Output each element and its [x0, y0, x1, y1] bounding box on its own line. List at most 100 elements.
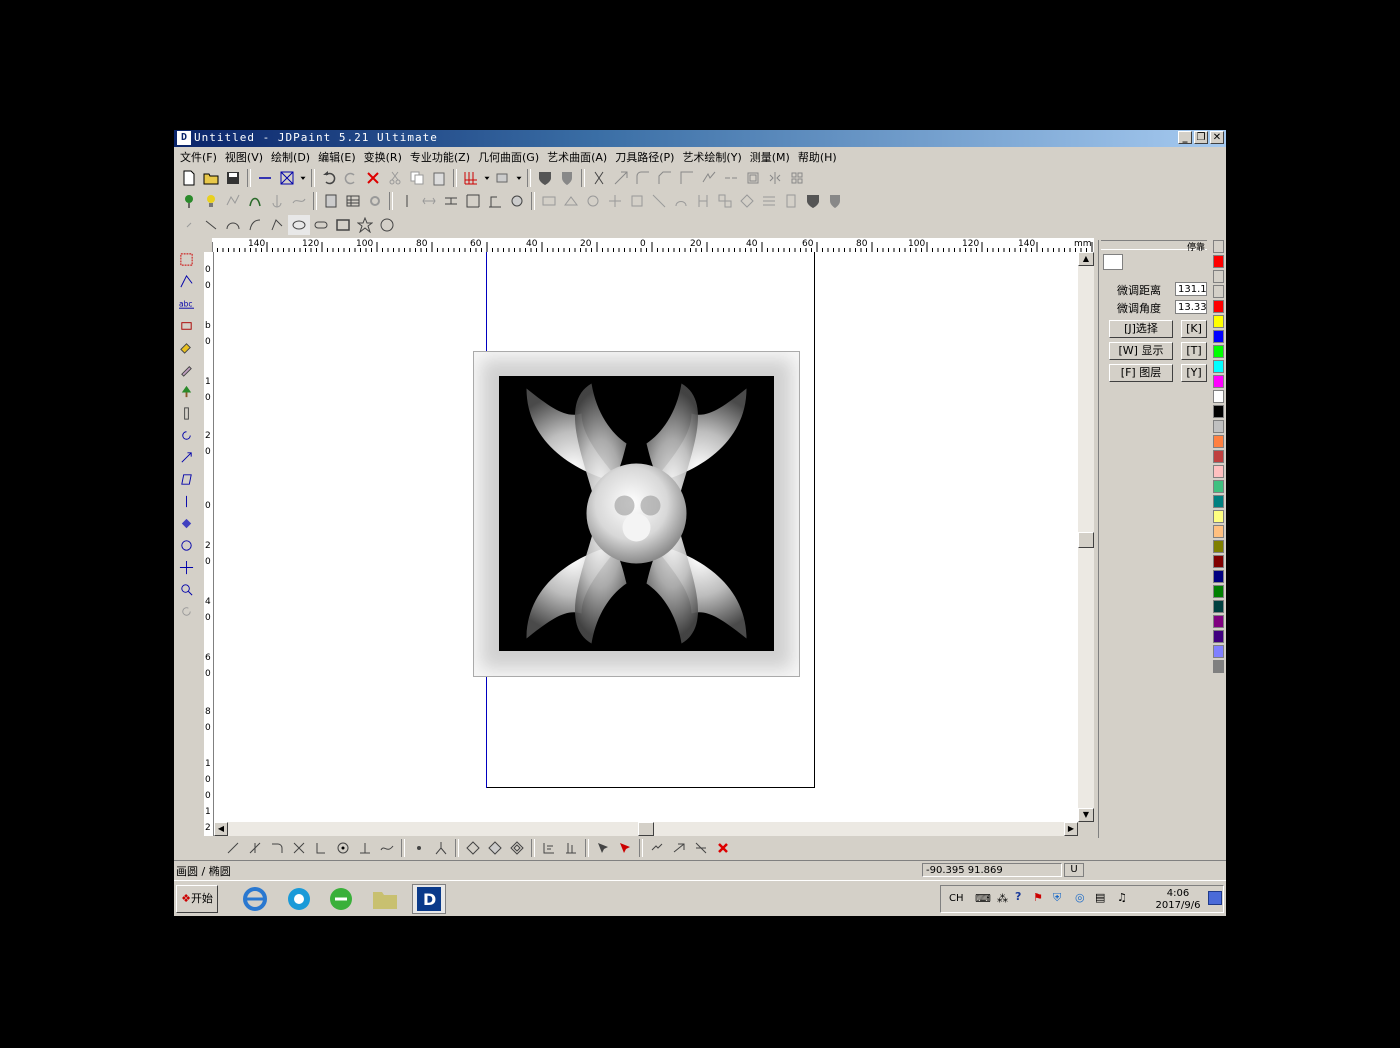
edit-tool-9-button[interactable]: [408, 838, 430, 858]
network-icon[interactable]: ◎: [1075, 891, 1085, 904]
nudge-angle-input[interactable]: 13.33: [1175, 300, 1207, 314]
layer-button[interactable]: [492, 168, 514, 188]
bottle-tool-button[interactable]: [175, 402, 197, 424]
curve-tool-button[interactable]: [244, 215, 266, 235]
menu-edit[interactable]: 编辑(E): [318, 149, 364, 165]
relief-d-button[interactable]: [604, 191, 626, 211]
menu-toolpath[interactable]: 刀具路径(P): [615, 149, 682, 165]
node-edit-button[interactable]: [175, 270, 197, 292]
paste-button[interactable]: [428, 168, 450, 188]
scroll-down-button[interactable]: ▼: [1078, 808, 1094, 822]
start-button[interactable]: ❖开始: [176, 885, 218, 913]
ellipse-tool-button[interactable]: [288, 215, 310, 235]
panel-tab[interactable]: [1103, 254, 1123, 270]
shield-light-button[interactable]: [824, 191, 846, 211]
edit-tool-13-button[interactable]: [506, 838, 528, 858]
color-swatch[interactable]: [1213, 600, 1224, 613]
text-tool-button[interactable]: abc: [175, 292, 197, 314]
frame-button[interactable]: [462, 191, 484, 211]
keyboard-icon[interactable]: ⌨: [975, 892, 991, 905]
emboss-button[interactable]: [506, 191, 528, 211]
edit-tool-10-button[interactable]: [430, 838, 452, 858]
edit-tool-16-button[interactable]: [592, 838, 614, 858]
layer-button[interactable]: [F] 图层: [1109, 364, 1173, 382]
menu-file[interactable]: 文件(F): [180, 149, 225, 165]
input-language-indicator[interactable]: CH: [949, 893, 964, 904]
break-button[interactable]: [698, 168, 720, 188]
menu-measure[interactable]: 测量(M): [750, 149, 798, 165]
color-swatch[interactable]: [1213, 645, 1224, 658]
star-tool-button[interactable]: [354, 215, 376, 235]
relief-k-button[interactable]: [758, 191, 780, 211]
color-swatch[interactable]: [1213, 555, 1224, 568]
y-button[interactable]: [Y]: [1181, 364, 1207, 382]
corner-button[interactable]: [676, 168, 698, 188]
clock[interactable]: 4:06 2017/9/6: [1147, 888, 1209, 912]
zoom-tool-button[interactable]: [175, 578, 197, 600]
undo-button[interactable]: [318, 168, 340, 188]
color-swatch[interactable]: [1213, 435, 1224, 448]
vertical-scrollbar[interactable]: ▲ ▼: [1078, 252, 1094, 822]
polyline-tool-button[interactable]: [266, 215, 288, 235]
relief-h-button[interactable]: [692, 191, 714, 211]
nudge-distance-input[interactable]: 131.1: [1175, 282, 1207, 296]
color-swatch[interactable]: [1213, 300, 1224, 313]
menu-view[interactable]: 视图(V): [225, 149, 271, 165]
edit-tool-6-button[interactable]: [332, 838, 354, 858]
taskbar-ie-button[interactable]: [238, 884, 272, 914]
edit-tool-2-button[interactable]: [244, 838, 266, 858]
edit-tool-5-button[interactable]: [310, 838, 332, 858]
monitor-icon[interactable]: ▤: [1095, 891, 1105, 904]
show-desktop-button[interactable]: [1208, 891, 1222, 905]
pencil-tool-button[interactable]: [175, 336, 197, 358]
color-swatch[interactable]: [1213, 240, 1224, 253]
mirror-tool-button[interactable]: [175, 490, 197, 512]
edit-tool-18-button[interactable]: [646, 838, 668, 858]
color-swatch[interactable]: [1213, 345, 1224, 358]
edit-tool-1-button[interactable]: [222, 838, 244, 858]
edit-tool-3-button[interactable]: [266, 838, 288, 858]
color-swatch[interactable]: [1213, 315, 1224, 328]
edit-tool-19-button[interactable]: [668, 838, 690, 858]
display-button[interactable]: [W] 显示: [1109, 342, 1173, 360]
color-swatch[interactable]: [1213, 375, 1224, 388]
restore-button[interactable]: ❐: [1194, 131, 1208, 144]
menu-geometric-surface[interactable]: 几何曲面(G): [478, 149, 547, 165]
mirror-button[interactable]: [764, 168, 786, 188]
eraser-tool-button[interactable]: [175, 314, 197, 336]
relief-j-button[interactable]: [736, 191, 758, 211]
rounded-rect-tool-button[interactable]: [310, 215, 332, 235]
k-button[interactable]: [K]: [1181, 320, 1207, 338]
edit-tool-11-button[interactable]: [462, 838, 484, 858]
dropdown-arrow-button[interactable]: [298, 168, 308, 188]
line-tool-button[interactable]: [200, 215, 222, 235]
drawing-canvas[interactable]: [214, 252, 1078, 822]
new-file-button[interactable]: [178, 168, 200, 188]
grid-dropdown-button[interactable]: [482, 168, 492, 188]
edit-tool-20-button[interactable]: [690, 838, 712, 858]
horizontal-scroll-thumb[interactable]: [638, 822, 654, 836]
table-tool-button[interactable]: [342, 191, 364, 211]
volume-icon[interactable]: ♫: [1117, 891, 1127, 904]
color-swatch[interactable]: [1213, 405, 1224, 418]
vertical-scroll-thumb[interactable]: [1078, 532, 1094, 548]
select-button[interactable]: [J]选择: [1109, 320, 1173, 338]
color-swatch[interactable]: [1213, 390, 1224, 403]
copy-button[interactable]: [406, 168, 428, 188]
menu-professional[interactable]: 专业功能(Z): [410, 149, 478, 165]
scroll-up-button[interactable]: ▲: [1078, 252, 1094, 266]
app-icon[interactable]: D: [177, 131, 191, 145]
scroll-left-button[interactable]: ◀: [214, 822, 228, 836]
flag-icon[interactable]: ⚑: [1033, 891, 1043, 904]
color-swatch[interactable]: [1213, 255, 1224, 268]
chamfer-button[interactable]: [654, 168, 676, 188]
color-swatch[interactable]: [1213, 615, 1224, 628]
rectangle-tool-button[interactable]: [332, 215, 354, 235]
color-swatch[interactable]: [1213, 270, 1224, 283]
color-swatch[interactable]: [1213, 510, 1224, 523]
shield-fill-button[interactable]: [556, 168, 578, 188]
node-tool-button[interactable]: [222, 191, 244, 211]
edit-tool-15-button[interactable]: [560, 838, 582, 858]
edit-tool-14-button[interactable]: [538, 838, 560, 858]
page-tool-button[interactable]: [320, 191, 342, 211]
